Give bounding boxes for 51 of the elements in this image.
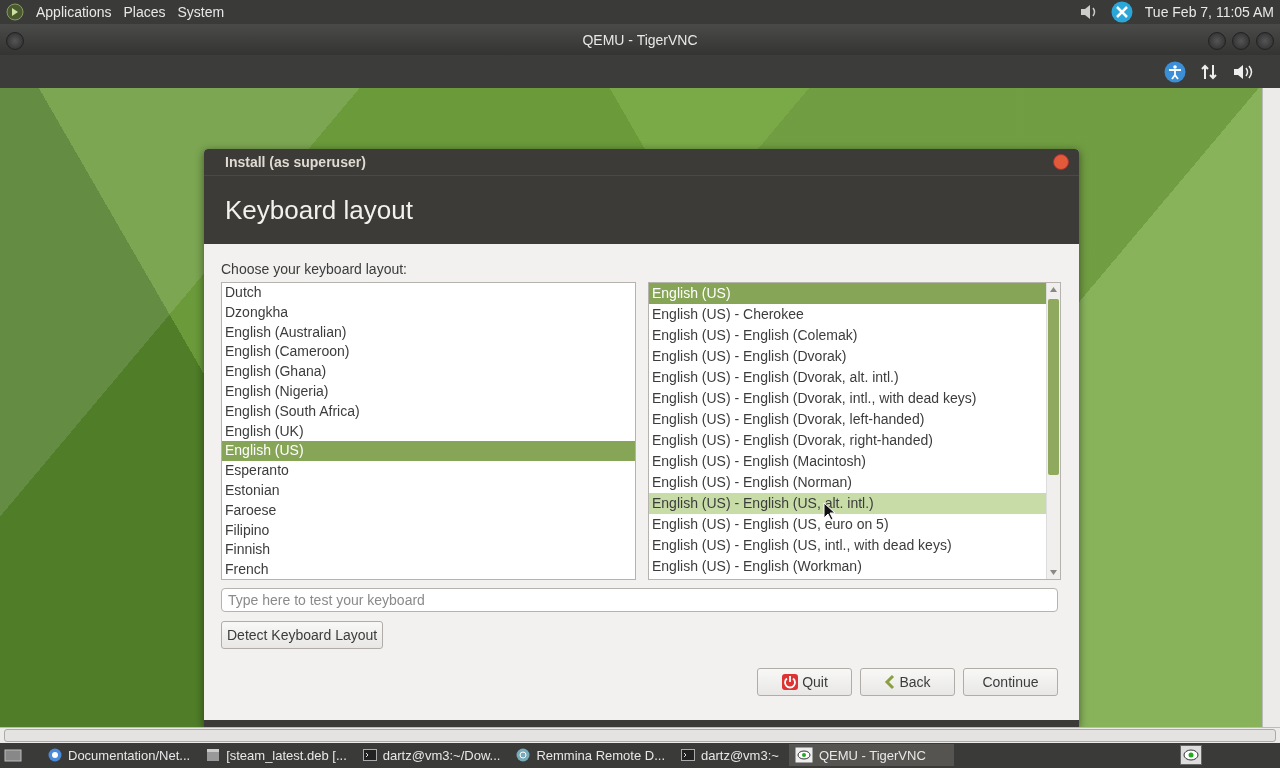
- layout-item[interactable]: English (Ghana): [222, 362, 635, 382]
- layout-item[interactable]: English (Australian): [222, 322, 635, 343]
- layout-prompt: Choose your keyboard layout:: [221, 261, 408, 276]
- variant-item[interactable]: English (US) - English (Dvorak, right-handed): [649, 430, 1046, 451]
- variant-item[interactable]: English (US) - English (Dvorak, alt. intl.): [649, 367, 1046, 388]
- page-heading: Keyboard layout: [225, 194, 413, 226]
- layout-item[interactable]: English (South Africa): [222, 401, 635, 422]
- layout-item[interactable]: Filipino: [222, 520, 635, 541]
- continue-button[interactable]: Continue: [963, 668, 1058, 696]
- variant-item[interactable]: English (US) - English (Norman): [649, 472, 1046, 493]
- detect-layout-button[interactable]: Detect Keyboard Layout: [221, 621, 384, 649]
- taskbar-item[interactable]: dartz@vm3:~/Dow...: [356, 744, 507, 766]
- taskbar-item[interactable]: Documentation/Net...: [42, 744, 197, 766]
- panel-menu[interactable]: System: [177, 4, 225, 20]
- variant-item[interactable]: English (US) - English (Dvorak): [649, 346, 1046, 367]
- variant-item[interactable]: English (US) - English (Dvorak, left-handed): [649, 409, 1046, 430]
- taskbar-label: [steam_latest.deb [...: [226, 747, 347, 763]
- variant-item[interactable]: English (US) - English (Workman): [649, 556, 1046, 577]
- taskbar-item[interactable]: Remmina Remote D...: [510, 744, 671, 766]
- layout-item[interactable]: Faroese: [222, 500, 635, 521]
- variant-item[interactable]: English (US) - English (US, intl., with dead keys): [649, 535, 1046, 556]
- back-button[interactable]: Back: [860, 668, 955, 696]
- window-title: QEMU - TigerVNC: [582, 31, 698, 48]
- clock[interactable]: Tue Feb 7, 11:05 AM: [1144, 4, 1274, 20]
- variant-item[interactable]: English (US) - English (Colemak): [649, 325, 1046, 346]
- variant-item[interactable]: English (US) - English (US, euro on 5): [649, 514, 1046, 535]
- taskbar-item[interactable]: [steam_latest.deb [...: [200, 744, 353, 766]
- taskbar-label: Documentation/Net...: [68, 747, 191, 763]
- layout-item[interactable]: Dutch: [222, 283, 635, 303]
- layout-item[interactable]: Esperanto: [222, 461, 635, 481]
- taskbar-item[interactable]: QEMU - TigerVNC: [788, 744, 954, 766]
- quit-button[interactable]: Quit: [757, 668, 852, 696]
- variant-item[interactable]: English (US) - English (Dvorak, intl., with dead keys): [649, 388, 1046, 409]
- taskbar-label: QEMU - TigerVNC: [818, 747, 926, 763]
- layout-item[interactable]: English (Nigeria): [222, 382, 635, 402]
- dialog-title: Install (as superuser): [225, 154, 367, 170]
- layout-item[interactable]: English (UK): [222, 421, 635, 442]
- variant-item[interactable]: English (US) - Cherokee: [649, 304, 1046, 325]
- panel-menu[interactable]: Applications: [36, 4, 112, 20]
- variant-item[interactable]: English (US) - English (Macintosh): [649, 451, 1046, 472]
- layout-item[interactable]: Finnish: [222, 540, 635, 561]
- panel-menu[interactable]: Places: [123, 4, 166, 20]
- taskbar-label: dartz@vm3:~/Dow...: [382, 747, 501, 763]
- taskbar-item[interactable]: dartz@vm3:~: [675, 744, 785, 766]
- keyboard-test-field[interactable]: Type here to test your keyboard: [221, 588, 1058, 612]
- layout-item[interactable]: French: [222, 560, 635, 579]
- layout-item[interactable]: Estonian: [222, 480, 635, 501]
- taskbar-label: Remmina Remote D...: [536, 747, 665, 763]
- layout-item[interactable]: Dzongkha: [222, 302, 635, 323]
- taskbar-label: dartz@vm3:~: [701, 747, 779, 763]
- layout-item[interactable]: English (Cameroon): [222, 342, 635, 363]
